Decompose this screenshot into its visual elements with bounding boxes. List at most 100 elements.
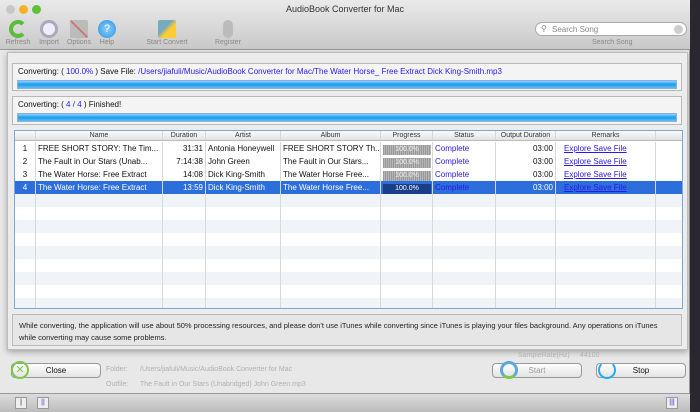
explore-save-file-link[interactable]: Explore Save File [564,157,627,166]
table-row[interactable]: 4 The Water Horse: Free Extract 13:59 Dick … [15,181,682,194]
empty-cell [15,298,36,308]
help-icon: ? [98,20,116,38]
status-cell: Complete [433,142,496,155]
n-cell: 3 [15,168,36,181]
empty-cell [15,194,36,207]
output-cell: 03:00 [496,142,556,155]
empty-row [15,233,682,246]
empty-cell [381,220,433,233]
empty-cell [381,272,433,285]
empty-cell [36,298,163,308]
column-header[interactable]: Progress [381,131,433,140]
empty-row [15,194,682,207]
album-cell: The Fault in Our Stars... [281,155,381,168]
magnifier-icon [40,20,58,38]
total-progress-total: 4 [77,100,82,109]
empty-cell [433,272,496,285]
empty-cell [163,298,206,308]
empty-cell [656,246,682,259]
file-progress-panel: Converting: ( 100.0% ) Save File: /Users… [12,63,682,91]
empty-row [15,220,682,233]
empty-cell [281,298,381,308]
empty-cell [15,285,36,298]
explore-save-file-link[interactable]: Explore Save File [564,170,627,179]
empty-cell [496,207,556,220]
empty-cell [433,194,496,207]
empty-cell [656,155,682,168]
progress-bar: 100.0% [383,145,431,155]
empty-cell [556,298,656,308]
explore-save-file-link[interactable]: Explore Save File [564,144,627,153]
start-convert-button[interactable]: Start Convert [145,20,189,46]
empty-cell [15,207,36,220]
help-button[interactable]: ? Help [87,20,127,46]
output-cell: 03:00 [496,181,556,194]
file-progress-percent: 100.0% [66,67,94,76]
empty-cell [556,233,656,246]
column-header[interactable] [15,131,36,140]
save-file-label: ) Save File: [95,67,136,76]
empty-cell [15,220,36,233]
column-header[interactable]: Remarks [556,131,656,140]
empty-cell [206,207,281,220]
conversion-table: Name Duration Artist Album Progress Status Out… [14,130,683,309]
view-double-button[interactable]: || [37,397,49,409]
column-header[interactable] [656,131,682,140]
empty-cell [496,272,556,285]
empty-cell [556,246,656,259]
column-header[interactable]: Album [281,131,381,140]
empty-cell [206,298,281,308]
column-header[interactable]: Status [433,131,496,140]
empty-cell [206,194,281,207]
status-cell: Complete [433,168,496,181]
progress-bar: 100.0% [383,184,431,194]
empty-cell [281,233,381,246]
empty-cell [556,220,656,233]
artist-cell: Antonia Honeywell [206,142,281,155]
empty-cell [206,246,281,259]
search-input[interactable]: ⚲ Search Song [535,22,687,36]
empty-cell [556,207,656,220]
empty-cell [556,194,656,207]
column-header[interactable]: Duration [163,131,206,140]
empty-row [15,272,682,285]
empty-cell [433,220,496,233]
empty-cell [433,298,496,308]
n-cell: 4 [15,181,36,194]
empty-row [15,298,682,308]
empty-cell [206,259,281,272]
table-row[interactable]: 1 FREE SHORT STORY: The Tim... 31:31 Antoni… [15,142,682,155]
folder-label: Folder: [106,366,128,373]
start-convert-label: Start Convert [146,39,188,46]
view-single-button[interactable]: | [15,397,27,409]
empty-cell [381,233,433,246]
name-cell: FREE SHORT STORY: The Tim... [36,142,163,155]
empty-cell [206,233,281,246]
column-header[interactable]: Output Duration [496,131,556,140]
status-cell: Complete [433,181,496,194]
column-header[interactable]: Name [36,131,163,140]
register-button[interactable]: Register [208,20,248,46]
view-triple-button[interactable]: ||| [666,397,678,409]
total-progress-panel: Converting: ( 4 / 4 ) Finished! [12,96,682,125]
save-file-path: /Users/jiafuli/Music/AudioBook Converter… [138,67,502,76]
empty-cell [36,246,163,259]
explore-save-file-link[interactable]: Explore Save File [564,183,627,192]
clear-search-icon[interactable] [674,25,683,34]
column-header[interactable]: Artist [206,131,281,140]
empty-cell [381,259,433,272]
empty-cell [496,246,556,259]
empty-cell [15,246,36,259]
notice-text: While converting, the application will u… [12,314,682,346]
empty-cell [656,233,682,246]
empty-cell [163,233,206,246]
outfile-value: The Fault in Our Stars (Unabridged) John… [140,381,306,388]
empty-cell [36,272,163,285]
table-row[interactable]: 3 The Water Horse: Free Extract 14:08 Dick … [15,168,682,181]
empty-cell [36,259,163,272]
table-row[interactable]: 2 The Fault in Our Stars (Unab... 7:14:38 J… [15,155,682,168]
empty-cell [15,259,36,272]
folder-value: /Users/jiafuli/Music/AudioBook Converter… [140,366,293,373]
progress-cell: 100.0% [381,142,433,155]
stop-label: Stop [632,366,650,375]
